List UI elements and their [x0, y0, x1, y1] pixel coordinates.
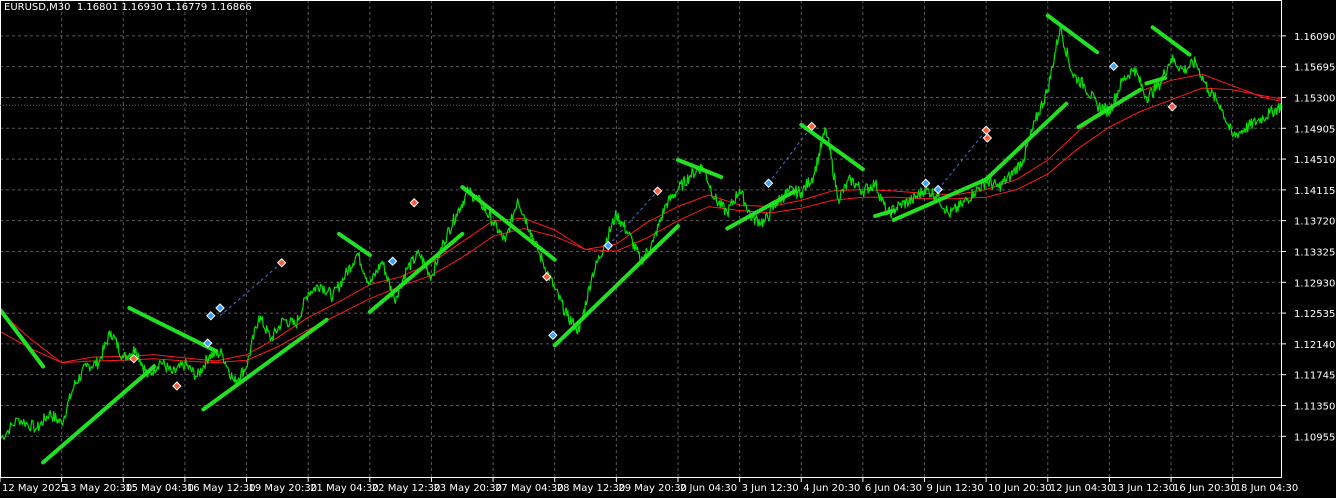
x-tick-label: 13 Jun 12:30 [1111, 483, 1175, 494]
y-tick-label: 1.15300 [1294, 93, 1335, 104]
x-tick-label: 21 May 04:30 [310, 483, 379, 494]
signal-link [607, 190, 658, 246]
x-tick-label: 6 Jun 04:30 [865, 483, 922, 494]
x-tick-label: 22 May 12:30 [372, 483, 441, 494]
symbol-info: EURUSD,M30 1.16801 1.16930 1.16779 1.168… [4, 2, 252, 13]
chart-canvas[interactable]: 1.16090 1.15695 1.15300 1.14905 1.14510 1.141… [0, 0, 1336, 494]
x-tick-label: 19 May 20:30 [249, 483, 318, 494]
signal-link [219, 262, 283, 317]
x-tick-label: 9 Jun 12:30 [927, 483, 984, 494]
sell-signal-marker [276, 258, 287, 268]
y-tick-label: 1.11350 [1294, 401, 1335, 412]
trend-line [367, 231, 465, 314]
buy-signal-marker [215, 303, 225, 313]
x-tick-label: 28 May 12:30 [557, 483, 626, 494]
x-tick-label: 3 Jun 12:30 [742, 483, 799, 494]
x-tick-label: 12 May 2025 [2, 483, 67, 494]
y-tick-label: 1.10955 [1294, 432, 1335, 443]
x-tick-label: 4 Jun 20:30 [803, 483, 860, 494]
trend-line [127, 306, 218, 353]
y-tick-label: 1.12140 [1294, 340, 1335, 351]
x-tick-label: 2 Jun 04:30 [680, 483, 737, 494]
moving-averages [0, 73, 1283, 364]
buy-signal-marker [1109, 61, 1119, 71]
y-tick-label: 1.13720 [1294, 217, 1335, 228]
sell-signal-marker [172, 381, 182, 391]
buy-signal-marker [548, 330, 558, 341]
buy-signal-marker [387, 256, 398, 266]
ma-fast-line [0, 73, 1283, 364]
price-line [0, 25, 1283, 441]
x-tick-label: 16 Jun 20:30 [1173, 483, 1237, 494]
grid-lines [0, 0, 1282, 478]
symbol-name: EURUSD,M30 [4, 2, 71, 13]
y-tick-label: 1.14115 [1294, 186, 1335, 197]
signal-arrows [129, 61, 1177, 391]
y-tick-label: 1.14510 [1294, 155, 1335, 166]
trend-line [1045, 13, 1100, 55]
x-tick-label: 12 Jun 04:30 [1050, 483, 1114, 494]
x-tick-label: 23 May 20:30 [433, 483, 502, 494]
y-tick-label: 1.14905 [1294, 124, 1335, 135]
x-tick-label: 10 Jun 20:30 [988, 483, 1052, 494]
trend-lines [0, 13, 1192, 465]
signal-link [768, 125, 813, 184]
y-tick-label: 1.12535 [1294, 309, 1335, 320]
ma-slow-line [0, 87, 1283, 364]
x-tick-label: 13 May 20:30 [64, 483, 133, 494]
y-tick-label: 1.16090 [1294, 32, 1335, 43]
buy-signal-marker [763, 178, 774, 188]
trend-line [1144, 76, 1167, 86]
y-tick-label: 1.11745 [1294, 371, 1335, 382]
sell-signal-marker [982, 133, 993, 143]
x-tick-label: 15 May 04:30 [125, 483, 194, 494]
buy-signal-marker [206, 311, 216, 321]
x-tick-label: 27 May 04:30 [495, 483, 564, 494]
price-series [0, 25, 1283, 441]
trend-line [0, 307, 46, 369]
trend-line [41, 364, 157, 465]
x-tick-label: 29 May 20:30 [618, 483, 687, 494]
price-chart[interactable]: 1.16090 1.15695 1.15300 1.14905 1.14510 1.141… [0, 0, 1336, 494]
trend-line [676, 157, 724, 179]
sell-signal-marker [1167, 102, 1177, 112]
y-tick-label: 1.13325 [1294, 247, 1335, 258]
x-tick-label: 16 May 12:30 [187, 483, 256, 494]
x-tick-label: 18 Jun 04:30 [1235, 483, 1299, 494]
buy-signal-marker [921, 178, 931, 188]
y-tick-label: 1.12930 [1294, 278, 1335, 289]
buy-signal-marker [933, 184, 943, 195]
sell-signal-marker [652, 186, 663, 196]
y-tick-label: 1.15695 [1294, 63, 1335, 74]
sell-signal-marker [409, 198, 419, 208]
trend-line [201, 317, 329, 412]
ohlc-values: 1.16801 1.16930 1.16779 1.16866 [76, 2, 252, 13]
trend-line [460, 185, 557, 262]
